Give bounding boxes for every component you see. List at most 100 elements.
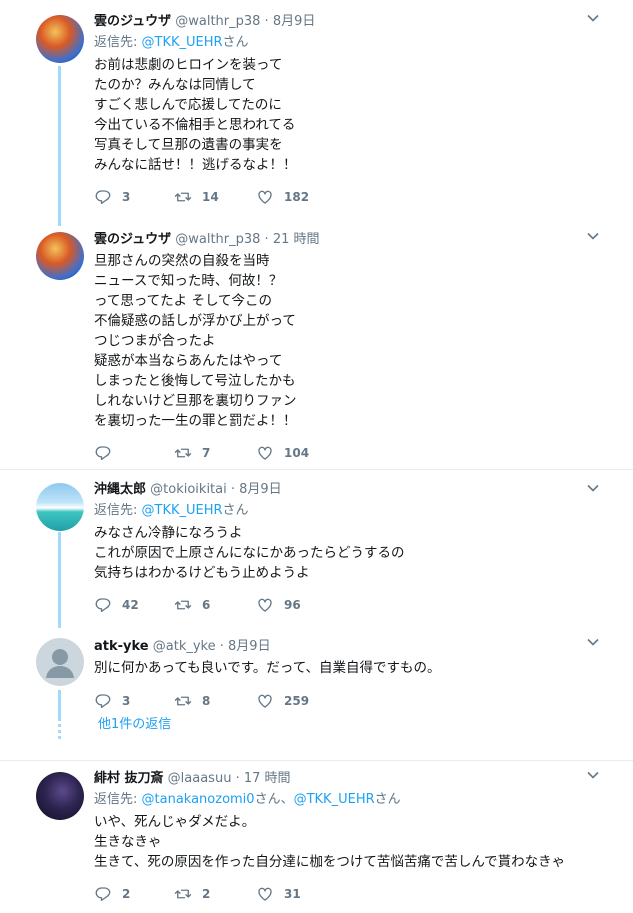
tweet-thread: 雲のジュウザ @walthr_p38 · 8月9日 返信先: @TKK_UEHR… [0,0,633,911]
reply-button[interactable]: 3 [94,187,130,207]
text-line: すごく悲しんで応援してたのに [94,97,282,113]
text-line: を裏切った一生の罪と罰だよ！！ [94,413,297,429]
like-button[interactable]: 259 [256,691,309,711]
tweet[interactable]: 緋村 抜刀斎 @laaasuu · 17 時間 返信先: @tanakanozo… [0,761,633,911]
separator-dot: · [215,639,229,654]
retweet-icon [174,696,192,706]
text-line: たのか？みんなは同情して [94,77,256,93]
like-button[interactable]: 31 [256,884,301,904]
display-name[interactable]: 沖縄太郎 [94,482,146,497]
reply-button[interactable] [94,443,122,463]
retweet-icon [174,600,192,610]
tweet-text: みなさん冷静になろうよ これが原因で上原さんになにかあったらどうするの 気持ちは… [94,523,593,583]
timestamp[interactable]: 17 時間 [244,771,291,786]
reply-prefix: 返信先: [94,35,142,50]
retweet-icon [174,448,192,458]
reply-button[interactable]: 3 [94,691,130,711]
display-name[interactable]: 雲のジュウザ [94,14,171,29]
mention-link[interactable]: @TKK_UEHR [294,792,375,807]
tweet-header: 沖縄太郎 @tokioikitai · 8月9日 [94,479,593,501]
chevron-down-icon[interactable] [587,638,599,646]
retweet-button[interactable]: 14 [174,187,219,207]
default-avatar-icon [46,649,74,678]
like-button[interactable]: 182 [256,187,309,207]
user-handle[interactable]: @atk_yke [153,639,216,654]
text-line: ニュースで知った時、何故！？ [94,273,283,289]
like-count: 182 [284,190,310,204]
retweet-count: 8 [202,694,211,708]
like-button[interactable]: 96 [256,595,301,615]
reply-icon [95,694,111,709]
like-count: 104 [284,446,310,460]
tweet-actions: 2 2 31 [94,884,593,904]
timestamp[interactable]: 8月9日 [228,639,271,654]
retweet-icon [174,889,192,899]
reply-count: 42 [122,598,139,612]
like-count: 259 [284,694,310,708]
text-line: 気持ちはわかるけどもう止めようよ [94,565,310,581]
timestamp[interactable]: 8月9日 [273,14,316,29]
tweet[interactable]: atk-yke @atk_yke · 8月9日 別に何かあっても良いです。だって… [0,628,633,710]
separator-dot: · [226,482,240,497]
text-line: 生きなきゃ [94,834,162,850]
avatar[interactable] [36,483,84,531]
reply-icon [95,446,111,461]
display-name[interactable]: 雲のジュウザ [94,232,171,247]
thread-dots [58,712,61,742]
mention-link[interactable]: @tanakanozomi0 [142,792,255,807]
like-icon [258,190,272,204]
avatar[interactable] [36,232,84,280]
reply-suffix: さん [222,35,249,50]
text-line: しれないけど旦那を裏切りファン [94,393,297,409]
user-handle[interactable]: @tokioikitai [150,482,227,497]
tweet-header: atk-yke @atk_yke · 8月9日 [94,636,593,658]
chevron-down-icon[interactable] [587,484,599,492]
tweet-header: 雲のジュウザ @walthr_p38 · 8月9日 [94,11,593,33]
reply-icon [95,887,111,902]
like-button[interactable]: 104 [256,443,309,463]
chevron-down-icon[interactable] [587,14,599,22]
reply-button[interactable]: 42 [94,595,139,615]
tweet[interactable]: 雲のジュウザ @walthr_p38 · 8月9日 返信先: @TKK_UEHR… [0,0,633,222]
text-line: 疑惑が本当ならあんたはやって [94,353,283,369]
retweet-button[interactable]: 6 [174,595,210,615]
tweet-header: 緋村 抜刀斎 @laaasuu · 17 時間 [94,768,593,790]
user-handle[interactable]: @walthr_p38 [175,232,260,247]
mention-link[interactable]: @TKK_UEHR [142,503,223,518]
text-line: しまったと後悔して号泣したかも [94,373,296,389]
chevron-down-icon[interactable] [587,771,599,779]
retweet-count: 14 [202,190,219,204]
user-handle[interactable]: @laaasuu [168,771,232,786]
text-line: って思ってたよ そして今この [94,293,273,309]
tweet-text: いや、死んじゃダメだよ。 生きなきゃ 生きて、死の原因を作った自分達に枷をつけて… [94,812,593,872]
tweet[interactable]: 沖縄太郎 @tokioikitai · 8月9日 返信先: @TKK_UEHRさ… [0,470,633,628]
reply-prefix: 返信先: [94,503,142,518]
reply-to: 返信先: @tanakanozomi0さん、@TKK_UEHRさん [94,790,593,812]
text-line: 写真そして旦那の遺書の事実を [94,137,283,153]
retweet-button[interactable]: 8 [174,691,210,711]
reply-suffix: さん [222,503,249,518]
avatar[interactable] [36,638,84,686]
user-handle[interactable]: @walthr_p38 [175,14,260,29]
more-replies-link[interactable]: 他1件の返信 [98,713,171,732]
chevron-down-icon[interactable] [587,232,599,240]
separator-dot: · [231,771,244,786]
tweet[interactable]: 雲のジュウザ @walthr_p38 · 21 時間 旦那さんの突然の自殺を当時… [0,222,633,469]
reply-button[interactable]: 2 [94,884,130,904]
timestamp[interactable]: 21 時間 [273,232,320,247]
avatar[interactable] [36,15,84,63]
retweet-button[interactable]: 2 [174,884,210,904]
retweet-count: 6 [202,598,211,612]
display-name[interactable]: atk-yke [94,639,149,654]
reply-count: 2 [122,887,131,901]
avatar[interactable] [36,772,84,820]
separator-dot: · [260,232,273,247]
display-name[interactable]: 緋村 抜刀斎 [94,771,164,786]
mention-link[interactable]: @TKK_UEHR [142,35,223,50]
text-line: いや、死んじゃダメだよ。 [94,814,256,830]
timestamp[interactable]: 8月9日 [239,482,282,497]
more-replies-row[interactable]: 他1件の返信 [0,710,633,760]
reply-prefix: 返信先: [94,792,142,807]
like-icon [258,887,272,901]
retweet-button[interactable]: 7 [174,443,210,463]
